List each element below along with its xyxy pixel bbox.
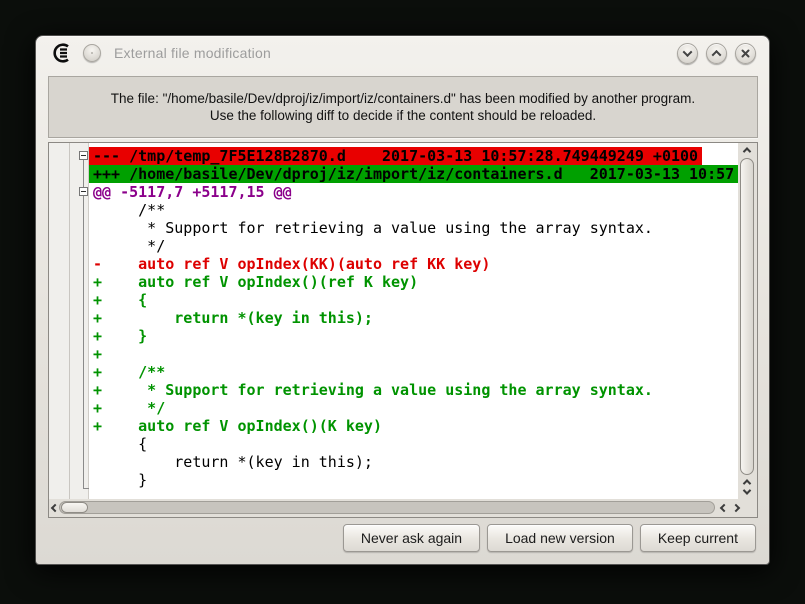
- diff-line: +++ /home/basile/Dev/dproj/iz/import/iz/…: [89, 165, 738, 183]
- diff-line: + auto ref V opIndex()(K key): [89, 417, 738, 435]
- window-title: External file modification: [114, 45, 271, 61]
- diff-line: + return *(key in this);: [89, 309, 738, 327]
- horizontal-scrollbar-thumb[interactable]: [61, 502, 88, 513]
- message-panel: The file: "/home/basile/Dev/dproj/iz/imp…: [48, 76, 758, 138]
- diff-line: + */: [89, 399, 738, 417]
- fold-collapse-icon[interactable]: [79, 187, 88, 196]
- diff-text[interactable]: --- /tmp/temp_7F5E128B2870.d 2017-03-13 …: [89, 143, 738, 499]
- message-line-1: The file: "/home/basile/Dev/dproj/iz/imp…: [111, 90, 695, 107]
- load-new-version-button[interactable]: Load new version: [487, 524, 633, 552]
- diff-editor: --- /tmp/temp_7F5E128B2870.d 2017-03-13 …: [48, 142, 758, 518]
- diff-line: - auto ref V opIndex(KK)(auto ref KK key…: [89, 255, 738, 273]
- scroll-up-icon[interactable]: [743, 147, 751, 155]
- diff-line: */: [89, 237, 738, 255]
- fold-collapse-icon[interactable]: [79, 151, 88, 160]
- button-row: Never ask again Load new version Keep cu…: [48, 524, 756, 552]
- diff-line: @@ -5117,7 +5117,15 @@: [89, 183, 738, 201]
- diff-line: --- /tmp/temp_7F5E128B2870.d 2017-03-13 …: [89, 147, 738, 165]
- chevron-up-icon: [712, 49, 722, 59]
- horizontal-scrollbar[interactable]: [49, 499, 757, 517]
- window-menu-button[interactable]: [83, 44, 101, 62]
- chevron-down-icon: [683, 47, 693, 57]
- diff-line: + auto ref V opIndex()(ref K key): [89, 273, 738, 291]
- scroll-left-icon[interactable]: [720, 504, 728, 512]
- scroll-right-icon[interactable]: [732, 504, 740, 512]
- scroll-down-icon[interactable]: [743, 486, 751, 494]
- close-icon: [740, 48, 751, 59]
- minimize-button[interactable]: [677, 43, 698, 64]
- diff-line: + * Support for retrieving a value using…: [89, 381, 738, 399]
- close-button[interactable]: [735, 43, 756, 64]
- diff-line: * Support for retrieving a value using t…: [89, 219, 738, 237]
- maximize-button[interactable]: [706, 43, 727, 64]
- fold-tree-line: [83, 160, 84, 488]
- app-icon[interactable]: [51, 42, 73, 64]
- diff-line: {: [89, 435, 738, 453]
- never-ask-again-button[interactable]: Never ask again: [343, 524, 480, 552]
- diff-line: return *(key in this);: [89, 453, 738, 471]
- diff-line: + /**: [89, 363, 738, 381]
- diff-line: }: [89, 471, 738, 489]
- vertical-scrollbar[interactable]: [738, 143, 757, 499]
- horizontal-scrollbar-track[interactable]: [59, 501, 715, 514]
- keep-current-button[interactable]: Keep current: [640, 524, 756, 552]
- fold-gutter: [49, 143, 89, 499]
- diff-line: /**: [89, 201, 738, 219]
- message-line-2: Use the following diff to decide if the …: [210, 107, 596, 124]
- gutter-separator: [69, 143, 70, 499]
- scroll-left-icon[interactable]: [51, 504, 59, 512]
- diff-line: + }: [89, 327, 738, 345]
- diff-line: +: [89, 345, 738, 363]
- dialog-window: External file modification The file: "/h…: [35, 35, 770, 565]
- titlebar[interactable]: External file modification: [36, 36, 769, 70]
- vertical-scrollbar-thumb[interactable]: [740, 158, 754, 475]
- diff-line: + {: [89, 291, 738, 309]
